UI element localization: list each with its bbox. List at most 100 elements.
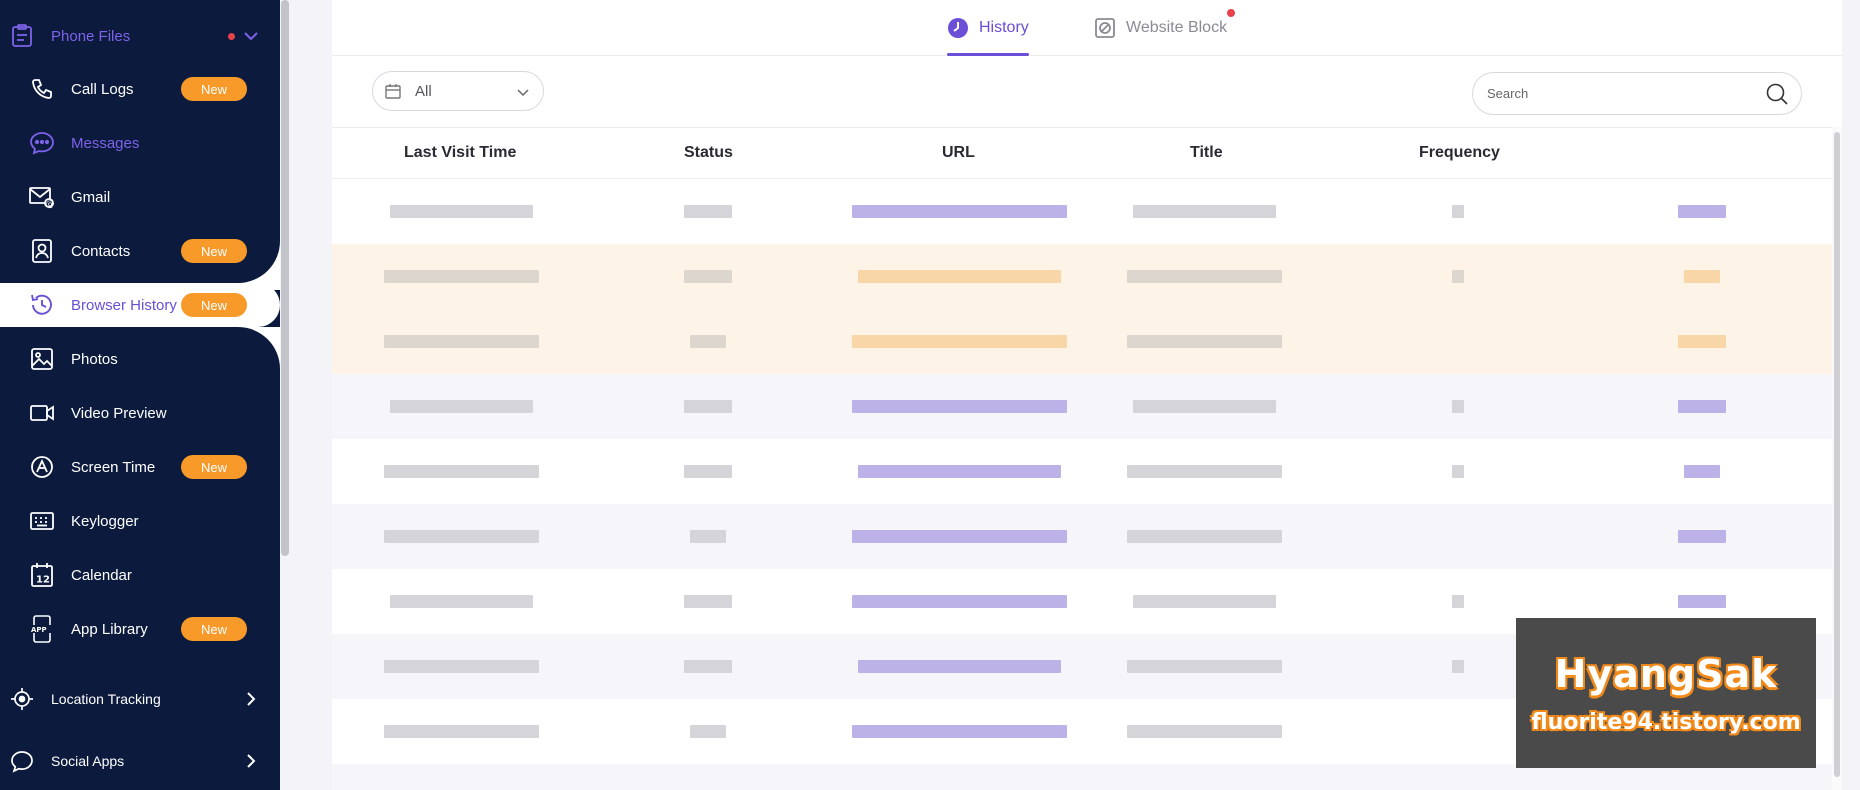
table-row[interactable] — [332, 504, 1832, 569]
sidebar-location-tracking-label: Location Tracking — [51, 691, 161, 707]
sidebar-item-label: App Library — [71, 620, 148, 638]
table-row[interactable] — [332, 439, 1832, 504]
table-header: Last Visit Time Status URL Title Frequen… — [332, 127, 1832, 179]
tab-bar: History Website Block — [332, 0, 1842, 56]
sidebar-social-apps-label: Social Apps — [51, 753, 125, 769]
table-row[interactable] — [332, 244, 1832, 309]
redacted-cell — [1452, 660, 1464, 673]
sidebar-item-call-logs[interactable]: Call Logs New — [0, 67, 280, 111]
column-status[interactable]: Status — [684, 144, 733, 162]
redacted-cell — [390, 205, 533, 218]
new-badge: New — [181, 239, 247, 263]
column-url[interactable]: URL — [942, 144, 975, 162]
calendar-icon — [385, 83, 401, 99]
search-input[interactable] — [1487, 73, 1747, 114]
sidebar-item-label: Gmail — [71, 188, 111, 206]
sidebar-item-label: Contacts — [71, 242, 131, 260]
redacted-cell — [1127, 530, 1282, 543]
column-title[interactable]: Title — [1190, 144, 1223, 162]
sidebar-social-apps[interactable]: Social Apps — [0, 739, 280, 783]
redacted-cell — [1133, 205, 1276, 218]
tab-history[interactable]: History — [947, 0, 1029, 56]
redacted-cell — [852, 530, 1067, 543]
column-last-visit-time[interactable]: Last Visit Time — [404, 144, 516, 162]
redacted-cell — [858, 465, 1061, 478]
table-row[interactable] — [332, 309, 1832, 374]
redacted-cell — [1452, 465, 1464, 478]
redacted-cell — [1127, 660, 1282, 673]
redacted-cell — [1133, 400, 1276, 413]
sidebar-item-keylogger[interactable]: Keylogger — [0, 499, 280, 543]
redacted-cell — [1684, 270, 1720, 283]
column-frequency[interactable]: Frequency — [1419, 144, 1500, 162]
notification-dot — [1227, 9, 1236, 17]
sidebar-item-label: Browser History — [71, 296, 177, 314]
redacted-cell — [684, 205, 732, 218]
date-filter-select[interactable]: All — [372, 71, 544, 111]
redacted-cell — [852, 400, 1067, 413]
svg-text:12: 12 — [36, 575, 50, 586]
redacted-cell — [852, 725, 1067, 738]
redacted-cell — [1133, 595, 1276, 608]
redacted-cell — [684, 465, 732, 478]
sidebar-item-browser-history[interactable]: Browser History New — [0, 283, 280, 327]
sidebar-item-label: Messages — [71, 134, 140, 152]
sidebar-location-tracking[interactable]: Location Tracking — [0, 677, 280, 721]
location-target-icon — [8, 686, 36, 712]
sidebar-item-messages[interactable]: Messages — [0, 121, 280, 165]
sidebar: Phone Files Call Logs New Messages @ Gma… — [0, 0, 280, 790]
image-icon — [28, 346, 56, 372]
redacted-cell — [1678, 530, 1726, 543]
redacted-cell — [852, 335, 1067, 348]
app-library-icon: APP — [28, 615, 56, 643]
sidebar-item-label: Call Logs — [71, 80, 134, 98]
table-row[interactable] — [332, 179, 1832, 244]
chevron-down-icon[interactable] — [242, 27, 260, 45]
sidebar-item-photos[interactable]: Photos — [0, 337, 280, 381]
contact-card-icon — [28, 238, 56, 264]
screen-time-icon — [28, 454, 56, 480]
redacted-cell — [1127, 725, 1282, 738]
active-tab-underline — [947, 53, 1029, 56]
redacted-cell — [1684, 465, 1720, 478]
redacted-cell — [690, 725, 726, 738]
sidebar-item-app-library[interactable]: APP App Library New — [0, 607, 280, 651]
video-camera-icon — [28, 400, 56, 426]
sidebar-item-label: Photos — [71, 350, 118, 368]
chevron-down-icon — [515, 84, 531, 100]
redacted-cell — [684, 270, 732, 283]
history-clock-icon — [28, 292, 56, 318]
redacted-cell — [1678, 205, 1726, 218]
redacted-cell — [384, 725, 539, 738]
redacted-cell — [1452, 400, 1464, 413]
tab-website-block[interactable]: Website Block — [1094, 0, 1236, 56]
sidebar-item-contacts[interactable]: Contacts New — [0, 229, 280, 273]
redacted-cell — [1452, 270, 1464, 283]
redacted-cell — [684, 595, 732, 608]
redacted-cell — [1452, 595, 1464, 608]
table-row[interactable] — [332, 374, 1832, 439]
sidebar-item-label: Video Preview — [71, 404, 167, 422]
search-box — [1472, 72, 1802, 115]
redacted-cell — [384, 335, 539, 348]
redacted-cell — [690, 335, 726, 348]
redacted-cell — [858, 270, 1061, 283]
history-clock-icon — [947, 17, 969, 39]
sidebar-item-label: Screen Time — [71, 458, 156, 476]
sidebar-item-video-preview[interactable]: Video Preview — [0, 391, 280, 435]
sidebar-phone-files[interactable]: Phone Files — [0, 14, 280, 58]
new-badge: New — [181, 455, 247, 479]
search-icon[interactable] — [1765, 82, 1789, 106]
mail-at-icon: @ — [28, 184, 56, 210]
chat-bubble-icon — [28, 130, 56, 156]
sidebar-item-calendar[interactable]: 12 Calendar — [0, 553, 280, 597]
redacted-cell — [390, 400, 533, 413]
sidebar-scrollbar-thumb[interactable] — [281, 0, 289, 556]
redacted-cell — [1678, 400, 1726, 413]
table-scrollbar-thumb[interactable] — [1834, 132, 1840, 777]
sidebar-item-screen-time[interactable]: Screen Time New — [0, 445, 280, 489]
sidebar-item-gmail[interactable]: @ Gmail — [0, 175, 280, 219]
redacted-cell — [390, 595, 533, 608]
watermark-title: HyangSak — [1554, 651, 1778, 696]
redacted-cell — [384, 270, 539, 283]
